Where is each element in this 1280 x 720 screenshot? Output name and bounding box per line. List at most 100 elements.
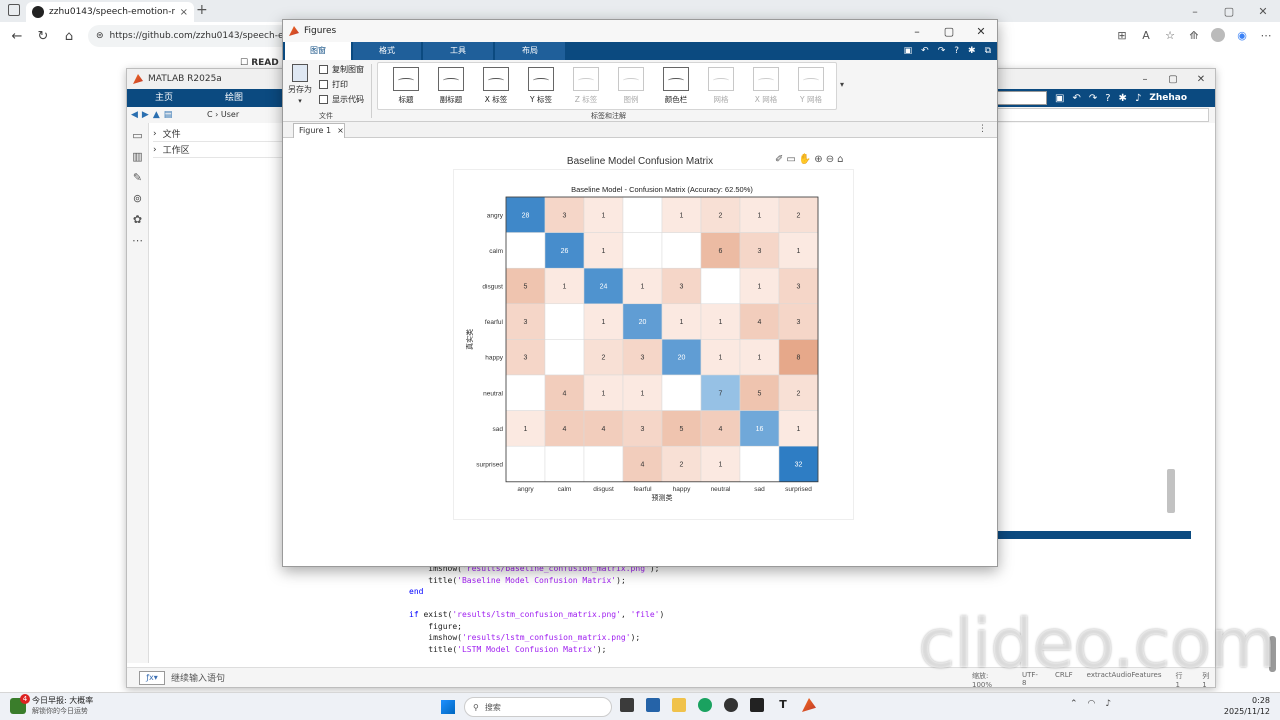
editor-scrollbar[interactable]: [1167, 469, 1175, 513]
tab-plots[interactable]: 绘图: [225, 89, 243, 107]
tab-actions-icon[interactable]: [8, 4, 20, 16]
store-icon[interactable]: [646, 698, 660, 712]
apps-icon[interactable]: ✿: [133, 213, 142, 226]
minimize-icon[interactable]: –: [1178, 0, 1212, 22]
function-browser-icon[interactable]: ƒx▾: [139, 670, 165, 685]
tab-home[interactable]: 主页: [155, 89, 173, 107]
minimize-icon[interactable]: –: [901, 20, 933, 42]
maximize-icon[interactable]: ▢: [1159, 69, 1187, 89]
community-icon[interactable]: ✱: [1119, 93, 1127, 104]
minimize-icon[interactable]: –: [1131, 69, 1159, 89]
label-button-7[interactable]: 网格: [701, 67, 741, 105]
start-icon[interactable]: [441, 700, 455, 714]
notification-icon[interactable]: ♪: [1135, 93, 1141, 104]
maximize-icon[interactable]: ▢: [933, 20, 965, 42]
close-tab-icon[interactable]: ×: [180, 7, 188, 18]
user-menu[interactable]: Zhehao: [1149, 93, 1187, 103]
reload-icon[interactable]: ↻: [32, 25, 54, 47]
more-icon[interactable]: ⋯: [132, 234, 143, 247]
show-code-checkbox[interactable]: 显示代码: [319, 94, 364, 105]
redo-icon[interactable]: ↷: [1089, 93, 1097, 104]
label-button-2[interactable]: X 标签: [476, 67, 516, 105]
browser-tab-github[interactable]: zzhu0143/speech-emotion-recog ×: [26, 2, 194, 22]
search-documentation-input[interactable]: [997, 91, 1047, 105]
copilot-icon[interactable]: ◉: [1234, 26, 1250, 44]
address-bar[interactable]: ⊜ https://github.com/zzhu0143/speech-emo…: [88, 25, 298, 47]
label-button-9[interactable]: Y 网格: [791, 67, 831, 105]
translate-icon[interactable]: A: [1138, 26, 1154, 44]
taskbar-search[interactable]: ⚲ 搜索: [464, 697, 612, 717]
reader-icon[interactable]: ⊞: [1114, 26, 1130, 44]
save-icon[interactable]: ▣: [1055, 93, 1064, 104]
close-icon[interactable]: ✕: [965, 20, 997, 42]
save-as-button[interactable]: 另存为 ▾: [287, 64, 313, 105]
zoom-in-icon[interactable]: ⊕: [814, 154, 822, 165]
figure-1-tab[interactable]: Figure 1 ×: [293, 123, 345, 138]
tab-figure[interactable]: 图窗: [285, 42, 351, 60]
home-icon[interactable]: ⌂: [58, 25, 80, 47]
current-folder-path[interactable]: C › User: [207, 108, 277, 122]
tab-layout[interactable]: 布局: [495, 42, 565, 60]
news-widget[interactable]: 4 今日早报: 大概率 解锁你的今日运势: [10, 694, 93, 716]
help-icon[interactable]: ?: [954, 46, 959, 56]
profile-avatar[interactable]: [1210, 26, 1226, 44]
label-button-8[interactable]: X 网格: [746, 67, 786, 105]
close-icon[interactable]: ✕: [1187, 69, 1215, 89]
file-explorer-icon[interactable]: [672, 698, 686, 712]
data-tips-icon[interactable]: ▭: [786, 154, 795, 165]
task-view-icon[interactable]: [620, 698, 634, 712]
label-button-4[interactable]: Z 标签: [566, 67, 606, 105]
path-dropdown[interactable]: [997, 108, 1209, 122]
volume-icon[interactable]: ♪: [1105, 699, 1111, 709]
chrome-icon[interactable]: [724, 698, 738, 712]
site-info-icon[interactable]: ⊜: [96, 31, 104, 41]
pan-icon[interactable]: ✋: [799, 154, 811, 165]
help-icon[interactable]: ?: [1105, 93, 1110, 104]
terminal-icon[interactable]: [750, 698, 764, 712]
matlab-taskbar-icon[interactable]: [802, 698, 816, 712]
typora-icon[interactable]: T: [776, 698, 790, 712]
maximize-icon[interactable]: ▢: [1212, 0, 1246, 22]
label-button-0[interactable]: 标题: [386, 67, 426, 105]
files-icon[interactable]: ▭: [132, 129, 142, 142]
new-tab-button[interactable]: +: [196, 2, 208, 18]
favorite-icon[interactable]: ☆: [1162, 26, 1178, 44]
label-button-3[interactable]: Y 标签: [521, 67, 561, 105]
forward-icon[interactable]: ▶: [142, 110, 149, 120]
editor-icon[interactable]: ✎: [133, 171, 142, 184]
tree-item-workspace[interactable]: › 工作区: [153, 142, 293, 158]
undo-icon[interactable]: ↶: [921, 46, 929, 56]
browse-folder-icon[interactable]: ▤: [164, 110, 173, 120]
back-icon[interactable]: ◀: [131, 110, 138, 120]
redo-icon[interactable]: ↷: [938, 46, 946, 56]
undo-icon[interactable]: ↶: [1072, 93, 1080, 104]
tray-chevron-icon[interactable]: ⌃: [1070, 699, 1078, 709]
save-icon[interactable]: ▣: [904, 46, 913, 56]
addons-icon[interactable]: ⊚: [133, 192, 142, 205]
ribbon-expand-icon[interactable]: ▾: [840, 80, 844, 89]
close-tab-icon[interactable]: ×: [337, 124, 344, 138]
tab-tools[interactable]: 工具: [423, 42, 493, 60]
back-icon[interactable]: ←: [6, 25, 28, 47]
workspace-icon[interactable]: ▥: [132, 150, 142, 163]
document-menu-icon[interactable]: ⋮: [978, 124, 987, 134]
tab-format[interactable]: 格式: [353, 42, 421, 60]
brush-icon[interactable]: ✐: [775, 154, 783, 165]
more-icon[interactable]: ⋯: [1258, 26, 1274, 44]
label-button-5[interactable]: 图例: [611, 67, 651, 105]
label-button-6[interactable]: 颜色栏: [656, 67, 696, 105]
zoom-out-icon[interactable]: ⊖: [826, 154, 834, 165]
tree-item-files[interactable]: › 文件: [153, 126, 293, 142]
restore-view-icon[interactable]: ⌂: [837, 154, 843, 165]
copy-figure-button[interactable]: 复制图窗: [319, 64, 364, 75]
community-icon[interactable]: ✱: [968, 46, 976, 56]
collections-icon[interactable]: ⟰: [1186, 26, 1202, 44]
close-icon[interactable]: ✕: [1246, 0, 1280, 22]
label-button-1[interactable]: 副标题: [431, 67, 471, 105]
up-folder-icon[interactable]: ▲: [153, 110, 160, 120]
print-button[interactable]: 打印: [319, 79, 348, 90]
edge-icon[interactable]: [698, 698, 712, 712]
wifi-icon[interactable]: ◠: [1088, 699, 1096, 709]
clock[interactable]: 0:28 2025/11/12: [1220, 695, 1270, 717]
dock-icon[interactable]: ⧉: [985, 46, 991, 56]
